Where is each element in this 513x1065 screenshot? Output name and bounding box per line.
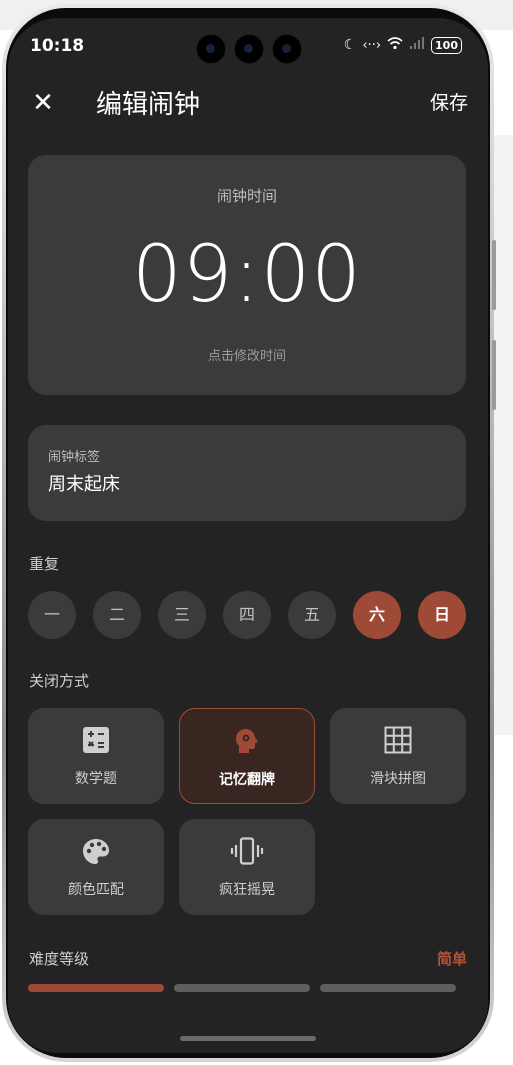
- page-title: 编辑闹钟: [96, 90, 201, 120]
- signal-icon: [409, 36, 425, 54]
- moon-icon: ☾: [343, 37, 357, 53]
- status-icons: ☾ ‹··› 100: [344, 36, 462, 54]
- day-thu-button[interactable]: 四: [223, 591, 271, 639]
- grid-icon: [330, 726, 466, 756]
- day-sun-button[interactable]: 日: [418, 591, 466, 639]
- brain-head-icon: [180, 727, 314, 757]
- method-label: 颜色匹配: [68, 882, 124, 898]
- camera-icon: [196, 34, 226, 64]
- difficulty-level-bar[interactable]: [320, 984, 456, 992]
- alarm-time-card[interactable]: 闹钟时间 09:00 点击修改时间: [28, 155, 466, 395]
- wifi-icon: [387, 36, 403, 54]
- palette-icon: [28, 837, 164, 867]
- difficulty-value: 简单: [436, 950, 467, 968]
- day-tue-button[interactable]: 二: [93, 591, 141, 639]
- alarm-time-value[interactable]: 09:00: [28, 230, 466, 320]
- home-indicator[interactable]: [180, 1036, 316, 1041]
- day-mon-button[interactable]: 一: [28, 591, 76, 639]
- method-memory-button[interactable]: 记忆翻牌: [179, 708, 315, 804]
- difficulty-level-bar[interactable]: [174, 984, 310, 992]
- method-puzzle-button[interactable]: 滑块拼图: [330, 708, 466, 804]
- method-label: 数学题: [75, 771, 117, 787]
- method-color-button[interactable]: 颜色匹配: [28, 819, 164, 915]
- vibration-icon: [179, 837, 315, 867]
- alarm-time-hint: 点击修改时间: [207, 349, 286, 364]
- alarm-label-caption: 闹钟标签: [48, 450, 101, 465]
- method-shake-button[interactable]: 疯狂摇晃: [179, 819, 315, 915]
- status-time: 10:18: [30, 36, 85, 56]
- app-screen: 10:18 ☾ ‹··› 100 ✕ 编辑闹钟 保存 闹钟时间 09:00 点击…: [8, 18, 488, 1053]
- alarm-label-value[interactable]: 周末起床: [48, 470, 120, 496]
- method-label: 滑块拼图: [370, 771, 426, 787]
- repeat-days: 一 二 三 四 五 六 日: [28, 591, 468, 641]
- side-button: [492, 340, 496, 410]
- battery-icon: 100: [431, 36, 462, 54]
- day-sat-button[interactable]: 六: [353, 591, 401, 639]
- method-label: 记忆翻牌: [219, 772, 275, 788]
- save-button[interactable]: 保存: [430, 88, 468, 115]
- difficulty-level-bar[interactable]: [28, 984, 164, 992]
- data-transfer-icon: ‹··›: [362, 37, 382, 53]
- alarm-label-card[interactable]: 闹钟标签 周末起床: [28, 425, 466, 521]
- dismiss-method-title: 关闭方式: [29, 672, 90, 690]
- alarm-time-label: 闹钟时间: [216, 187, 277, 205]
- method-math-button[interactable]: 数学题: [28, 708, 164, 804]
- repeat-title: 重复: [29, 555, 60, 573]
- day-fri-button[interactable]: 五: [288, 591, 336, 639]
- difficulty-title: 难度等级: [29, 950, 90, 968]
- camera-icon: [234, 34, 264, 64]
- side-button: [492, 240, 496, 310]
- calculator-icon: [28, 726, 164, 756]
- camera-icon: [272, 34, 302, 64]
- day-wed-button[interactable]: 三: [158, 591, 206, 639]
- method-label: 疯狂摇晃: [219, 882, 275, 898]
- close-icon[interactable]: ✕: [28, 88, 58, 118]
